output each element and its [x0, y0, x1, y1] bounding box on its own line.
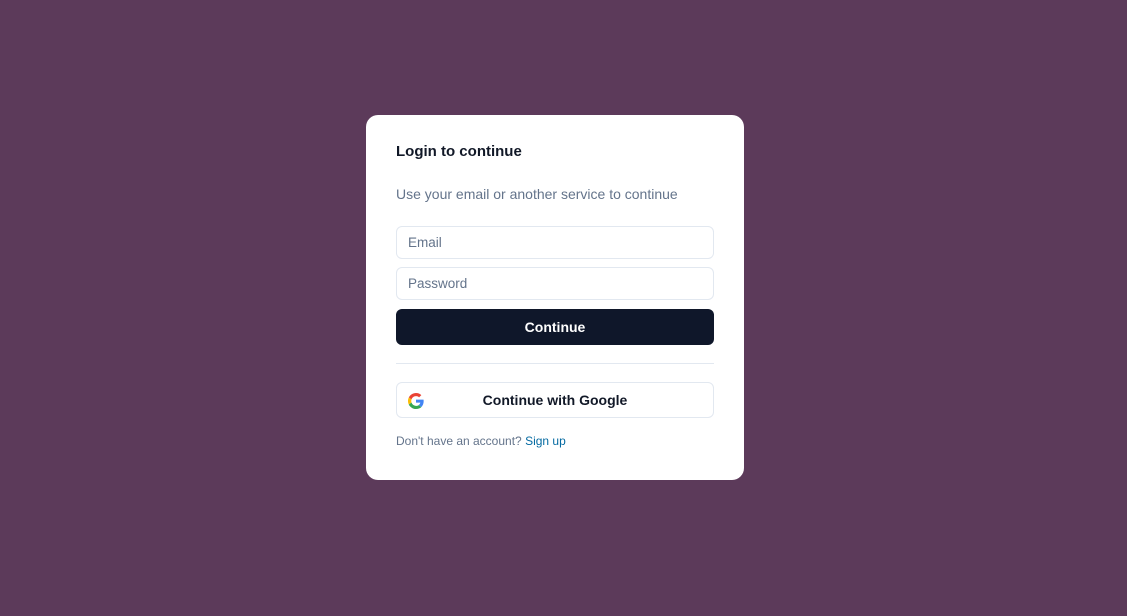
signup-prompt-text: Don't have an account? [396, 434, 522, 448]
login-title: Login to continue [396, 143, 522, 160]
signup-link[interactable]: Sign up [525, 434, 566, 448]
signup-prompt: Don't have an account? Sign up [396, 434, 566, 448]
login-card: Login to continue Use your email or anot… [366, 115, 744, 480]
divider [396, 363, 714, 364]
password-input[interactable] [396, 267, 714, 300]
continue-with-google-button[interactable]: Continue with Google [396, 382, 714, 418]
google-icon [408, 393, 424, 409]
continue-button[interactable]: Continue [396, 309, 714, 345]
email-input[interactable] [396, 226, 714, 259]
login-subtitle: Use your email or another service to con… [396, 186, 678, 202]
google-button-label: Continue with Google [482, 392, 628, 408]
